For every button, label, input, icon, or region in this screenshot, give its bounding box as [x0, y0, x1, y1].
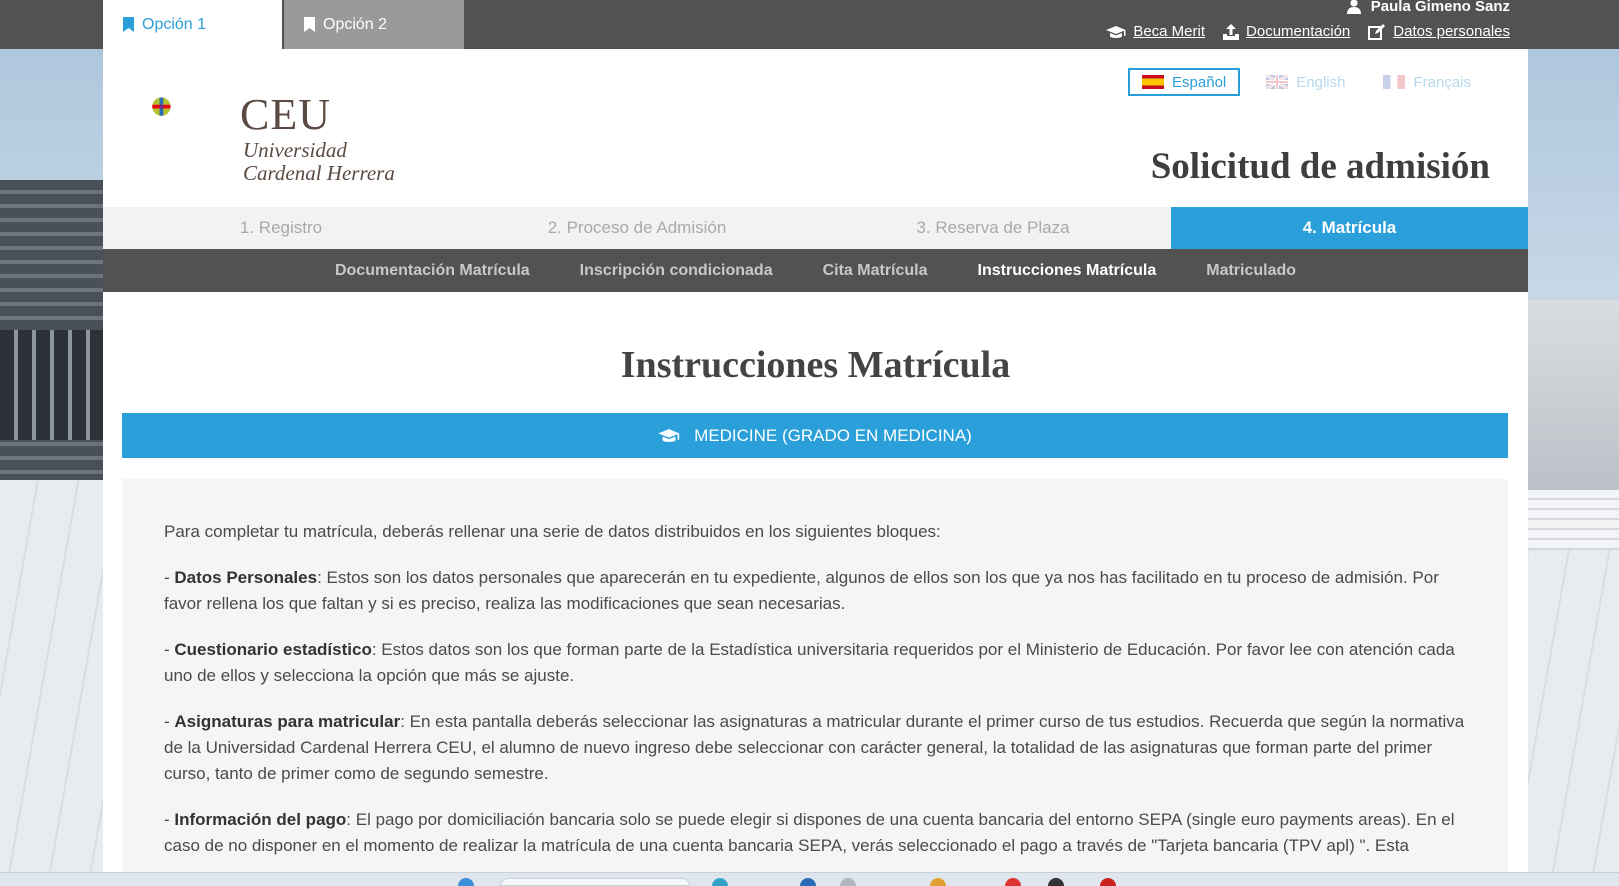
instructions-box: Para completar tu matrícula, deberás rel… [122, 479, 1508, 886]
step-matricula[interactable]: 4. Matrícula [1171, 207, 1528, 249]
top-bar: Opción 1 Opción 2 Paula Gimeno Sanz Beca… [0, 0, 1619, 49]
france-flag-icon [1383, 75, 1406, 89]
block-cuestionario: - Cuestionario estadístico: Estos datos … [164, 640, 1455, 685]
step-registro[interactable]: 1. Registro [103, 207, 459, 249]
subnav-instrucciones-matricula[interactable]: Instrucciones Matrícula [978, 262, 1157, 280]
datos-personales-link[interactable]: Datos personales [1368, 23, 1510, 40]
admission-steps: 1. Registro 2. Proceso de Admisión 3. Re… [103, 207, 1528, 249]
lang-espanol[interactable]: Español [1128, 68, 1241, 96]
app-icon[interactable] [1048, 878, 1064, 886]
subnav-documentacion-matricula[interactable]: Documentación Matrícula [335, 262, 530, 280]
main-card: CEU Universidad Cardenal Herrera Español… [103, 49, 1528, 886]
tab-option-2-label: Opción 2 [323, 15, 388, 33]
upload-icon [1223, 23, 1240, 40]
tab-option-1-label: Opción 1 [142, 15, 207, 33]
beca-merit-link[interactable]: Beca Merit [1106, 23, 1205, 40]
language-switcher: Español English Français [1128, 68, 1483, 96]
taskbar [0, 872, 1619, 886]
step-proceso-admision[interactable]: 2. Proceso de Admisión [459, 207, 815, 249]
graduation-cap-icon [658, 429, 680, 442]
degree-header: MEDICINE (GRADO EN MEDICINA) [122, 413, 1508, 458]
intro-paragraph: Para completar tu matrícula, deberás rel… [164, 522, 941, 541]
user-name: Paula Gimeno Sanz [1370, 0, 1510, 15]
uk-flag-icon [1266, 75, 1289, 89]
lang-english[interactable]: English [1254, 68, 1357, 96]
app-icon[interactable] [800, 878, 816, 886]
block-informacion-pago: - Información del pago: El pago por domi… [164, 810, 1455, 855]
app-icon[interactable] [840, 878, 856, 886]
app-icon[interactable] [1005, 878, 1021, 886]
logo-university-text: Universidad Cardenal Herrera [243, 138, 395, 185]
logo-ceu-text: CEU [240, 90, 331, 139]
page-title: Solicitud de admisión [1150, 146, 1490, 187]
bookmark-icon [304, 17, 315, 32]
tab-option-2[interactable]: Opción 2 [284, 0, 464, 49]
tab-option-1[interactable]: Opción 1 [103, 0, 282, 49]
documentacion-link[interactable]: Documentación [1223, 23, 1350, 40]
subnav-matriculado[interactable]: Matriculado [1206, 262, 1296, 280]
graduation-cap-icon [1106, 25, 1126, 38]
subnav-inscripcion-condicionada[interactable]: Inscripción condicionada [580, 262, 773, 280]
ceu-emblem-icon [152, 97, 171, 116]
content-title: Instrucciones Matrícula [620, 344, 1011, 386]
matricula-subnav: Documentación Matrícula Inscripción cond… [103, 249, 1528, 292]
user-icon [1346, 0, 1361, 14]
step-reserva-plaza[interactable]: 3. Reserva de Plaza [815, 207, 1171, 249]
degree-name: MEDICINE (GRADO EN MEDICINA) [694, 425, 972, 445]
spain-flag-icon [1142, 75, 1165, 89]
user-menu[interactable]: Paula Gimeno Sanz [1346, 0, 1510, 15]
subnav-cita-matricula[interactable]: Cita Matrícula [823, 262, 928, 280]
block-asignaturas: - Asignaturas para matricular: En esta p… [164, 712, 1465, 783]
user-links: Beca Merit Documentación Datos personale… [1106, 23, 1510, 40]
lang-francais[interactable]: Français [1371, 68, 1483, 96]
start-icon[interactable] [458, 878, 474, 886]
block-datos-personales: - Datos Personales: Estos son los datos … [164, 568, 1439, 613]
app-icon[interactable] [930, 878, 946, 886]
app-icon[interactable] [712, 878, 728, 886]
bookmark-icon [123, 17, 134, 32]
app-icon[interactable] [1100, 878, 1116, 886]
edit-icon [1368, 23, 1386, 40]
search-box[interactable] [500, 878, 690, 886]
